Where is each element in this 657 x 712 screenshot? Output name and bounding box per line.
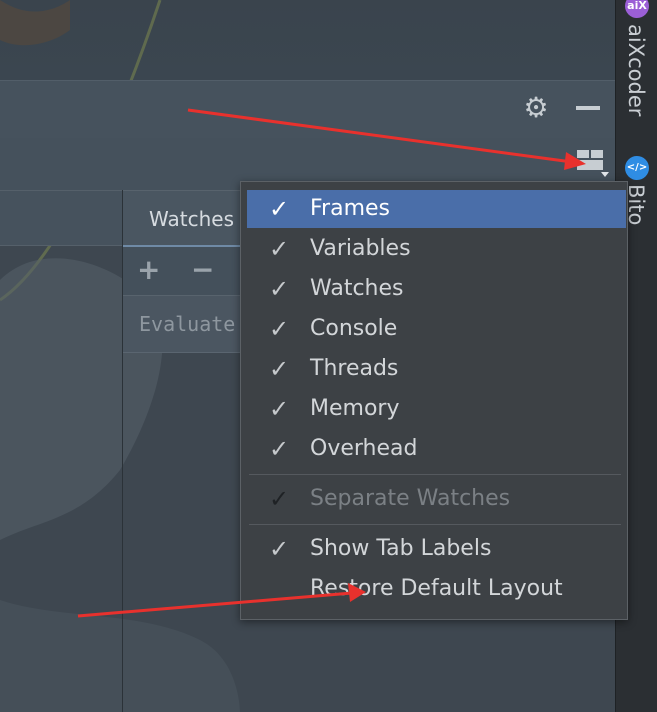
- menu-item-label: Frames: [310, 196, 391, 221]
- check-icon: ✓: [269, 535, 290, 563]
- watches-toolbar: + −: [123, 247, 241, 296]
- check-icon: ✓: [269, 355, 290, 383]
- menu-item-label: Overhead: [310, 436, 418, 461]
- menu-separator: [249, 524, 621, 525]
- chevron-down-icon[interactable]: [601, 172, 609, 177]
- menu-item-threads[interactable]: ✓ Threads: [247, 350, 626, 388]
- frames-panel-header: [0, 190, 122, 246]
- menu-item-label: Restore Default Layout: [310, 576, 563, 601]
- check-icon: ✓: [269, 395, 290, 423]
- tab-watches-label: Watches: [149, 207, 234, 231]
- menu-item-label: Memory: [310, 396, 400, 421]
- menu-item-label: Separate Watches: [310, 486, 511, 511]
- tool-window-aixcoder[interactable]: aiXcoder: [624, 24, 648, 116]
- menu-item-separate-watches: ✓ Separate Watches: [247, 480, 626, 518]
- menu-item-restore-default-layout[interactable]: Restore Default Layout: [247, 570, 626, 608]
- evaluate-expression-input[interactable]: Evaluate expression: [123, 296, 241, 353]
- background-wallpaper-top: [0, 0, 615, 80]
- check-icon: ✓: [269, 435, 290, 463]
- evaluate-expression-placeholder: Evaluate expression: [139, 312, 241, 336]
- menu-separator: [249, 474, 621, 475]
- menu-item-frames[interactable]: ✓ Frames: [247, 190, 626, 228]
- menu-item-label: Show Tab Labels: [310, 536, 492, 561]
- menu-item-label: Console: [310, 316, 398, 341]
- menu-item-memory[interactable]: ✓ Memory: [247, 390, 626, 428]
- layout-settings-menu: ✓ Frames ✓ Variables ✓ Watches ✓ Console…: [240, 181, 628, 620]
- gear-icon[interactable]: ⚙: [520, 92, 552, 124]
- menu-item-overhead[interactable]: ✓ Overhead: [247, 430, 626, 468]
- check-icon: ✓: [269, 195, 290, 223]
- menu-item-label: Variables: [310, 236, 411, 261]
- layout-settings-icon[interactable]: [577, 150, 603, 170]
- check-icon: ✓: [269, 315, 290, 343]
- check-icon: ✓: [269, 275, 290, 303]
- tab-watches[interactable]: Watches: [123, 190, 241, 248]
- minimize-icon[interactable]: [576, 106, 600, 110]
- menu-item-variables[interactable]: ✓ Variables: [247, 230, 626, 268]
- add-watch-button[interactable]: +: [137, 253, 160, 286]
- check-icon: ✓: [269, 485, 290, 513]
- menu-item-label: Watches: [310, 276, 404, 301]
- frames-panel: [0, 190, 123, 712]
- bito-icon[interactable]: </>: [625, 156, 649, 180]
- menu-item-console[interactable]: ✓ Console: [247, 310, 626, 348]
- menu-item-show-tab-labels[interactable]: ✓ Show Tab Labels: [247, 530, 626, 568]
- menu-item-label: Threads: [310, 356, 399, 381]
- check-icon: ✓: [269, 235, 290, 263]
- remove-watch-button[interactable]: −: [191, 253, 214, 286]
- menu-item-watches[interactable]: ✓ Watches: [247, 270, 626, 308]
- aixcoder-icon[interactable]: aiX: [625, 0, 649, 18]
